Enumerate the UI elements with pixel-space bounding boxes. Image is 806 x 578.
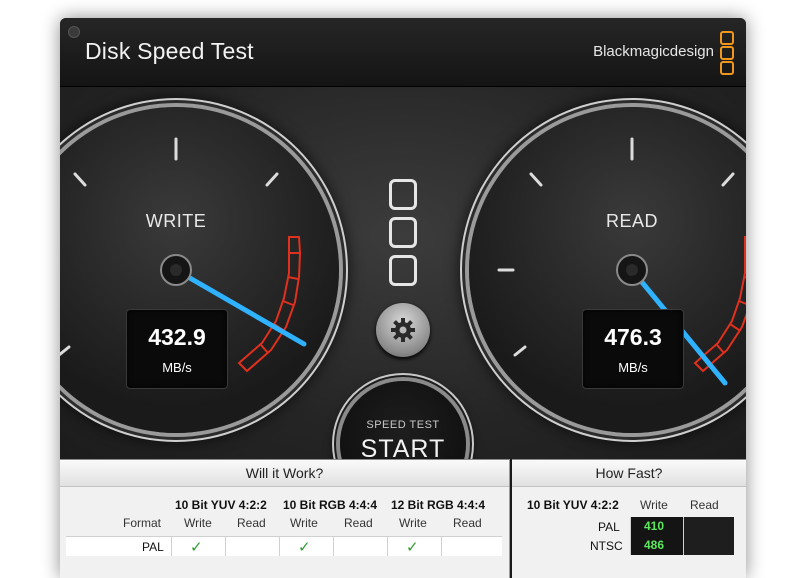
how-fast-title: How Fast?: [512, 460, 746, 487]
close-button[interactable]: [68, 26, 80, 38]
check-cell: ✓: [387, 537, 442, 556]
start-button-caption: SPEED TEST: [366, 419, 440, 431]
read-column-header: Read: [237, 516, 266, 530]
write-column-header: Write: [184, 516, 212, 530]
format-header-rgb10: 10 Bit RGB 4:4:4: [283, 498, 378, 512]
format-header-rgb12: 12 Bit RGB 4:4:4: [391, 498, 486, 512]
read-readout: 476.3 MB/s: [582, 309, 684, 389]
read-gauge: READ 476.3 MB/s: [469, 107, 746, 433]
write-speed-value: 432.9: [148, 324, 206, 350]
check-icon: ✓: [190, 539, 203, 556]
read-column-header: Read: [453, 516, 482, 530]
write-speed-unit: MB/s: [162, 360, 192, 375]
write-column-header: Write: [290, 516, 318, 530]
write-fps-value: 410: [630, 517, 683, 536]
read-column-header: Read: [344, 516, 373, 530]
format-column-header: Format: [123, 516, 162, 530]
app-window: Disk Speed Test Blackmagicdesign WRITE 4…: [60, 18, 746, 578]
table-row: PAL ✓ ✓ ✓: [66, 536, 502, 556]
check-icon: ✓: [298, 539, 311, 556]
write-readout: 432.9 MB/s: [126, 309, 228, 389]
read-fps-value: [683, 536, 734, 555]
write-fps-value: 486: [630, 536, 683, 555]
how-fast-format: 10 Bit YUV 4:2:2: [527, 498, 619, 512]
title-bar: Disk Speed Test Blackmagicdesign: [60, 18, 746, 87]
gear-icon: [391, 318, 415, 342]
read-fps-value: [683, 517, 734, 536]
format-header-yuv: 10 Bit YUV 4:2:2: [175, 498, 267, 512]
table-row: NTSC 486: [512, 536, 746, 555]
settings-button[interactable]: [376, 303, 430, 357]
how-fast-read-header: Read: [690, 498, 719, 512]
app-title: Disk Speed Test: [85, 38, 254, 64]
read-gauge-label: READ: [605, 211, 658, 231]
how-fast-panel: How Fast? 10 Bit YUV 4:2:2 Write Read PA…: [512, 459, 746, 578]
write-column-header: Write: [399, 516, 427, 530]
blackmagic-logo-icon: [720, 31, 734, 76]
will-it-work-panel: Will it Work? 10 Bit YUV 4:2:2 10 Bit RG…: [60, 459, 510, 578]
check-cell: [333, 537, 388, 556]
brand-name: Blackmagicdesign: [593, 43, 714, 60]
read-speed-value: 476.3: [604, 324, 662, 350]
how-fast-write-header: Write: [640, 498, 668, 512]
blackmagic-large-logo-icon: [389, 179, 417, 293]
write-gauge: WRITE 432.9 MB/s: [60, 107, 339, 433]
row-label-pal: PAL: [142, 540, 164, 554]
check-icon: ✓: [406, 539, 419, 556]
gauge-area: WRITE 432.9 MB/s READ 476.3 MB/s SPEED T…: [60, 87, 746, 507]
row-label-pal: PAL: [598, 520, 620, 534]
will-it-work-title: Will it Work?: [60, 460, 509, 487]
check-cell: ✓: [171, 537, 226, 556]
table-row: PAL 410: [512, 517, 746, 536]
read-speed-unit: MB/s: [618, 360, 648, 375]
write-gauge-label: WRITE: [145, 211, 207, 231]
row-label-ntsc: NTSC: [590, 539, 623, 553]
check-cell: [441, 537, 503, 556]
check-cell: ✓: [279, 537, 334, 556]
check-cell: [225, 537, 280, 556]
